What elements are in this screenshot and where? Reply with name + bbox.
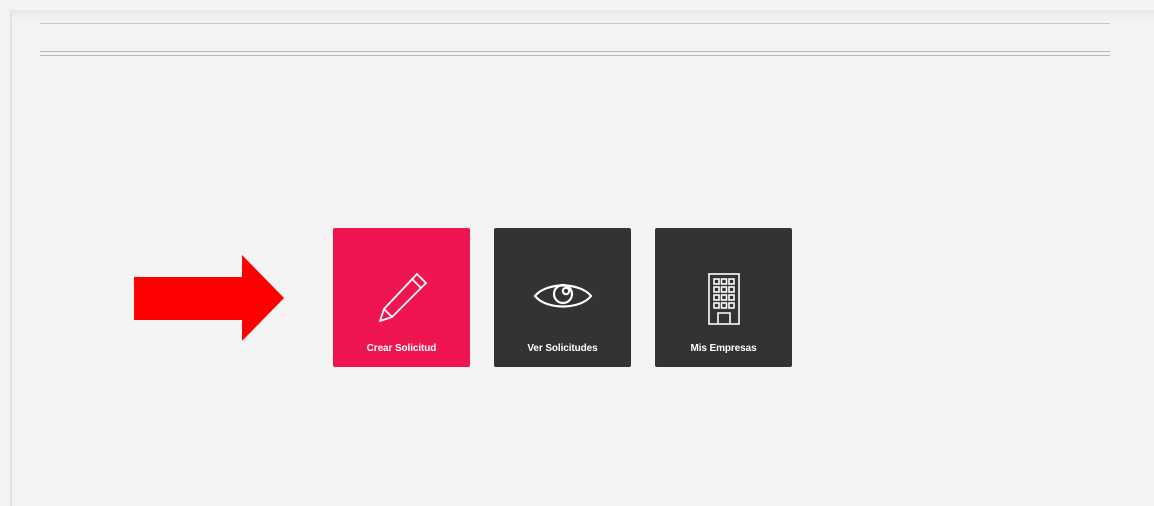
right-arrow-icon <box>134 255 284 341</box>
building-icon <box>707 273 740 325</box>
mis-empresas-label: Mis Empresas <box>690 343 757 354</box>
top-shade <box>12 11 1154 21</box>
top-divider <box>40 23 1110 24</box>
action-tiles: Crear Solicitud Ver Solicitudes Mis Empr… <box>333 228 792 367</box>
eye-icon <box>533 283 592 308</box>
header-divider <box>40 51 1110 56</box>
ver-solicitudes-label: Ver Solicitudes <box>527 343 598 354</box>
mis-empresas-button[interactable]: Mis Empresas <box>655 228 792 367</box>
crear-solicitud-button[interactable]: Crear Solicitud <box>333 228 470 367</box>
pencil-icon <box>378 273 427 322</box>
ver-solicitudes-button[interactable]: Ver Solicitudes <box>494 228 631 367</box>
crear-solicitud-label: Crear Solicitud <box>366 343 437 354</box>
